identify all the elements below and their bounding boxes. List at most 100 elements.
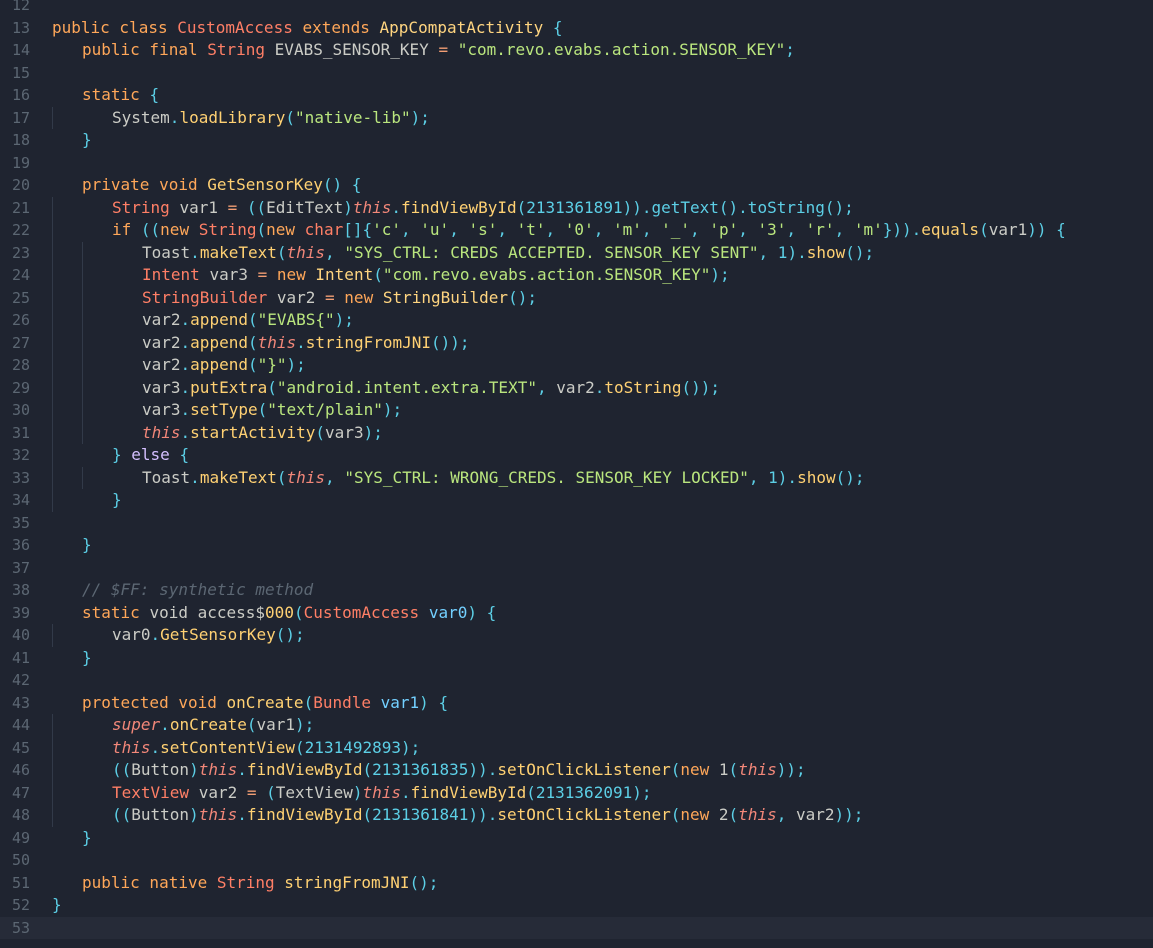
code-line[interactable]: 38 // $FF: synthetic method bbox=[0, 579, 1153, 602]
code-line[interactable]: 36} bbox=[0, 534, 1153, 557]
code-line[interactable]: 30 var3.setType("text/plain"); bbox=[0, 399, 1153, 422]
code-token: { bbox=[149, 85, 160, 104]
code-line[interactable]: 49} bbox=[0, 827, 1153, 850]
code-token: ( bbox=[526, 782, 536, 802]
line-text: TextView var2 = (TextView)this.findViewB… bbox=[112, 782, 651, 805]
code-token: . bbox=[160, 715, 170, 734]
code-token: String bbox=[216, 872, 285, 892]
indent-guide bbox=[82, 286, 83, 309]
code-line[interactable]: 24 Intent var3 = new Intent("com.revo.eva… bbox=[0, 264, 1153, 287]
code-token: var2 bbox=[556, 377, 595, 397]
code-token: private void bbox=[82, 175, 208, 194]
line-number: 22 bbox=[11, 221, 30, 239]
indent-guide bbox=[82, 331, 83, 354]
code-line[interactable]: 27 var2.append(this.stringFromJNI()); bbox=[0, 331, 1153, 355]
code-token: )) { bbox=[1027, 220, 1066, 239]
code-line[interactable]: 31 this.startActivity(var3); bbox=[0, 421, 1153, 444]
code-line[interactable]: 50 bbox=[0, 849, 1153, 872]
code-token: void bbox=[149, 602, 198, 622]
code-line[interactable]: 42 bbox=[0, 669, 1153, 692]
code-token: ( bbox=[670, 760, 681, 779]
line-text: } bbox=[112, 489, 122, 512]
code-line[interactable]: 39 static void access$000(CustomAccess va… bbox=[0, 602, 1153, 625]
line-text: ((Button)this.findViewById(2131361841)).… bbox=[112, 804, 863, 827]
line-text: } bbox=[82, 647, 92, 670]
code-token: "com.revo.evabs.action.SENSOR_KEY" bbox=[457, 40, 786, 59]
code-token: ( bbox=[728, 760, 739, 779]
code-token: (); bbox=[409, 872, 439, 892]
code-token: var3 bbox=[142, 377, 181, 397]
code-line[interactable]: 34} bbox=[0, 489, 1153, 512]
indent-guide bbox=[52, 736, 53, 759]
code-token: ()); bbox=[431, 332, 470, 352]
code-line[interactable]: 15 bbox=[0, 62, 1153, 85]
code-line[interactable]: 52} bbox=[0, 894, 1153, 917]
indent-guide bbox=[52, 444, 53, 467]
code-line[interactable]: 22 if ((new String(new char[]{'c', 'u', '… bbox=[0, 219, 1153, 242]
line-number: 33 bbox=[11, 468, 30, 487]
code-token: public final bbox=[82, 40, 208, 59]
code-line[interactable]: 44 super.onCreate(var1); bbox=[0, 714, 1153, 737]
code-token: CustomAccess bbox=[177, 17, 303, 37]
code-line[interactable]: 26 var2.append("EVABS{"); bbox=[0, 309, 1153, 332]
code-line[interactable]: 16 static { bbox=[0, 84, 1153, 107]
code-token: static bbox=[82, 85, 150, 104]
code-line[interactable]: 43 protected void onCreate(Bundle var1) { bbox=[0, 692, 1153, 715]
code-line[interactable]: 25 StringBuilder var2 = new StringBuilder… bbox=[0, 286, 1153, 310]
line-text: var2.append(this.stringFromJNI()); bbox=[142, 332, 470, 355]
code-line[interactable]: 29 var3.putExtra("android.intent.extra.TE… bbox=[0, 376, 1153, 399]
code-line[interactable]: 21 String var1 = ((EditText)this.findView… bbox=[0, 196, 1153, 219]
line-text: StringBuilder var2 = new StringBuilder()… bbox=[142, 287, 537, 310]
code-line[interactable]: 28 var2.append("}"); bbox=[0, 354, 1153, 377]
code-token: } bbox=[82, 535, 92, 554]
code-line[interactable]: 48 ((Button)this.findViewById(2131361841)… bbox=[0, 804, 1153, 827]
code-token: var1 bbox=[988, 220, 1028, 239]
code-token: ( bbox=[979, 220, 989, 239]
code-line[interactable]: 46 ((Button)this.findViewById(2131361835)… bbox=[0, 759, 1153, 782]
line-number: 46 bbox=[11, 761, 30, 779]
code-line[interactable]: 53 bbox=[0, 916, 1153, 939]
code-token: new bbox=[160, 220, 199, 239]
code-token: if bbox=[112, 220, 141, 239]
code-line[interactable]: 35 bbox=[0, 512, 1153, 535]
line-number: 36 bbox=[11, 536, 30, 554]
indent-guide bbox=[82, 241, 83, 264]
code-line[interactable]: 40 var0.GetSensorKey(); bbox=[0, 624, 1153, 647]
code-editor[interactable]: 12 13 public class CustomAccess extends Ap… bbox=[0, 0, 1153, 948]
code-line[interactable]: 14 public final String EVABS_SENSOR_KEY =… bbox=[0, 39, 1153, 62]
line-number: 30 bbox=[11, 401, 30, 419]
code-token: access$ bbox=[197, 602, 266, 622]
line-number: 12 bbox=[11, 0, 30, 14]
code-token: . bbox=[237, 805, 247, 824]
indent-guide bbox=[52, 376, 53, 399]
line-text: } else { bbox=[112, 444, 189, 467]
line-number: 26 bbox=[11, 311, 30, 329]
code-line[interactable]: 13 public class CustomAccess extends AppC… bbox=[0, 17, 1153, 40]
code-line[interactable]: 23 Toast.makeText(this, "SYS_CTRL: CREDS … bbox=[0, 241, 1153, 264]
code-line[interactable]: 12 bbox=[0, 0, 1153, 17]
line-text: Intent var3 = new Intent("com.revo.evabs… bbox=[142, 264, 730, 287]
code-line[interactable]: 17 System.loadLibrary("native-lib"); bbox=[0, 106, 1153, 129]
code-line[interactable]: 32} else { bbox=[0, 444, 1153, 467]
code-area[interactable]: 12 13 public class CustomAccess extends Ap… bbox=[0, 0, 1153, 939]
code-token: (); bbox=[835, 467, 865, 487]
code-line[interactable]: 19 bbox=[0, 152, 1153, 175]
code-token: } bbox=[82, 827, 92, 847]
line-number: 21 bbox=[11, 198, 30, 217]
code-line[interactable]: 37 bbox=[0, 557, 1153, 580]
code-line[interactable]: 51 public native String stringFromJNI(); bbox=[0, 872, 1153, 895]
code-token: startActivity bbox=[190, 422, 316, 442]
code-line[interactable]: 18} bbox=[0, 129, 1153, 152]
code-token: , bbox=[545, 220, 565, 239]
code-token: 'u' bbox=[420, 220, 450, 239]
code-line[interactable]: 33 Toast.makeText(this, "SYS_CTRL: WRONG_… bbox=[0, 466, 1153, 489]
code-token: public native bbox=[82, 872, 217, 892]
line-text: ((Button)this.findViewById(2131361835)).… bbox=[112, 759, 806, 782]
code-line[interactable]: 47 TextView var2 = (TextView)this.findVie… bbox=[0, 781, 1153, 805]
code-token: var2 bbox=[142, 355, 181, 374]
code-token: { bbox=[179, 445, 190, 464]
code-line[interactable]: 41} bbox=[0, 647, 1153, 670]
code-line[interactable]: 20 private void GetSensorKey() { bbox=[0, 174, 1153, 197]
code-line[interactable]: 45 this.setContentView(2131492893); bbox=[0, 736, 1153, 759]
line-number: 14 bbox=[11, 41, 30, 59]
